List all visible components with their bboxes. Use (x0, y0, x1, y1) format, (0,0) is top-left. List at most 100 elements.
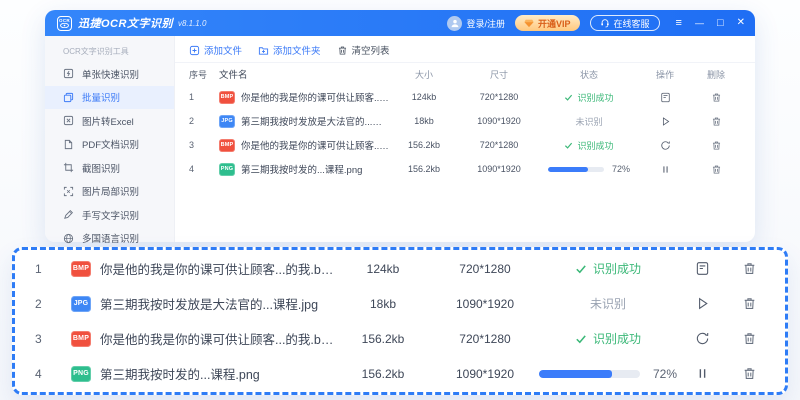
check-icon (575, 333, 587, 345)
user-icon (450, 18, 460, 28)
delete-icon[interactable] (742, 331, 757, 346)
add-folder-button[interactable]: 添加文件夹 (258, 43, 321, 57)
close-button[interactable]: ✕ (737, 18, 745, 28)
zoom-table-row[interactable]: 1 BMP你是他的我是你的课可供让顾客...的我.bmp 124kb 720*1… (15, 252, 785, 285)
zoom-table-row[interactable]: 3 BMP你是他的我是你的课可供让顾客...的我.bmp 156.2kb 720… (15, 322, 785, 355)
sidebar-item-image-to-excel[interactable]: 图片转Excel (45, 109, 174, 133)
window-controls: ≡ — □ ✕ (676, 18, 745, 29)
table-row[interactable]: 4 PNG第三期我按时发的...课程.png 156.2kb 1090*1920… (175, 157, 755, 181)
file-name: 你是他的我是你的课可供让顾客...的我.bmp (241, 90, 389, 104)
retry-icon[interactable] (695, 331, 710, 346)
row-index: 3 (189, 140, 219, 150)
pause-icon[interactable] (695, 366, 710, 381)
sidebar-item-partial-image-ocr[interactable]: 图片局部识别 (45, 180, 174, 204)
progress-bar (539, 370, 640, 378)
file-dimension: 720*1280 (459, 92, 539, 102)
delete-icon[interactable] (742, 261, 757, 276)
add-file-button[interactable]: 添加文件 (189, 43, 242, 57)
content-area: 添加文件 添加文件夹 清空列表 序号 文件名 大小 尺寸 状态 操作 删除 (175, 36, 755, 242)
quick-page-icon (63, 68, 74, 79)
check-icon (575, 263, 587, 275)
clear-list-button[interactable]: 清空列表 (337, 43, 390, 57)
open-vip-button[interactable]: 开通VIP (515, 15, 580, 31)
header-index: 序号 (189, 68, 219, 81)
row-index: 4 (189, 164, 219, 174)
delete-icon[interactable] (711, 140, 722, 151)
retry-icon[interactable] (660, 140, 671, 151)
status-label: 未识别 (575, 115, 602, 128)
table-row[interactable]: 2 JPG第三期我按时发放是大法官的...课程.jpg 18kb 1090*19… (175, 109, 755, 133)
trash-icon (337, 45, 348, 56)
minimize-button[interactable]: — (695, 19, 704, 28)
add-file-icon (189, 45, 200, 56)
sidebar-item-pdf-ocr[interactable]: PDF文档识别 (45, 133, 174, 157)
status-success: 识别成功 (539, 330, 677, 347)
file-size: 124kb (389, 92, 459, 102)
delete-icon[interactable] (711, 164, 722, 175)
progress-bar (548, 167, 604, 172)
view-result-icon[interactable] (660, 92, 671, 103)
file-dimension: 1090*1920 (431, 297, 539, 311)
header-filename: 文件名 (219, 67, 389, 81)
status-success: 识别成功 (539, 260, 677, 277)
delete-icon[interactable] (711, 92, 722, 103)
delete-icon[interactable] (711, 116, 722, 127)
status-label: 识别成功 (593, 330, 641, 347)
copy-stack-icon (63, 92, 74, 103)
pause-icon[interactable] (660, 164, 671, 175)
sidebar-item-handwriting-ocr[interactable]: 手写文字识别 (45, 203, 174, 227)
check-icon (564, 93, 573, 102)
service-label: 在线客服 (614, 17, 650, 30)
clear-list-label: 清空列表 (352, 43, 390, 57)
delete-icon[interactable] (742, 366, 757, 381)
menu-button[interactable]: ≡ (676, 18, 682, 29)
sidebar-item-batch-ocr[interactable]: 批量识别 (45, 86, 174, 110)
table-row[interactable]: 3 BMP你是他的我是你的课可供让顾客...的我.bmp 156.2kb 720… (175, 133, 755, 157)
file-name: 第三期我按时发放是大法官的...课程.jpg (100, 294, 318, 313)
header-size: 大小 (389, 68, 459, 81)
bmp-file-icon: BMP (71, 331, 91, 347)
file-dimension: 720*1280 (431, 262, 539, 276)
globe-icon (63, 233, 74, 244)
status-pending: 未识别 (539, 295, 677, 312)
jpg-file-icon: JPG (219, 115, 235, 128)
sidebar-item-label: 单张快速识别 (82, 67, 139, 81)
zoom-callout-panel: 1 BMP你是他的我是你的课可供让顾客...的我.bmp 124kb 720*1… (12, 247, 788, 395)
table-row[interactable]: 1 BMP你是他的我是你的课可供让顾客...的我.bmp 124kb 720*1… (175, 85, 755, 109)
start-icon[interactable] (660, 116, 671, 127)
delete-icon[interactable] (742, 296, 757, 311)
file-dimension: 720*1280 (431, 332, 539, 346)
file-dimension: 1090*1920 (459, 164, 539, 174)
bmp-file-icon: BMP (219, 139, 235, 152)
crop-icon (63, 162, 74, 173)
header-operation: 操作 (639, 68, 691, 81)
bmp-file-icon: BMP (71, 261, 91, 277)
zoom-table-row[interactable]: 4 PNG第三期我按时发的...课程.png 156.2kb 1090*1920… (15, 357, 785, 390)
sidebar-item-label: 批量识别 (82, 90, 120, 104)
file-dimension: 720*1280 (459, 140, 539, 150)
sidebar-item-label: 图片局部识别 (82, 184, 139, 198)
file-name: 你是他的我是你的课可供让顾客...的我.bmp (100, 329, 335, 348)
sidebar-item-single-quick-ocr[interactable]: 单张快速识别 (45, 62, 174, 86)
file-size: 156.2kb (335, 367, 431, 381)
excel-icon (63, 115, 74, 126)
add-folder-label: 添加文件夹 (273, 43, 321, 57)
titlebar: OCR 迅捷OCR文字识别 v8.1.1.0 登录/注册 (45, 10, 755, 36)
pen-icon (63, 209, 74, 220)
zoom-table-row[interactable]: 2 JPG第三期我按时发放是大法官的...课程.jpg 18kb 1090*19… (15, 287, 785, 320)
login-register-button[interactable]: 登录/注册 (447, 16, 505, 31)
file-size: 156.2kb (389, 164, 459, 174)
file-name: 你是他的我是你的课可供让顾客...的我.bmp (241, 138, 389, 152)
sidebar-item-label: 图片转Excel (82, 114, 134, 128)
sidebar-item-screenshot-ocr[interactable]: 截图识别 (45, 156, 174, 180)
start-icon[interactable] (695, 296, 710, 311)
file-size: 156.2kb (335, 332, 431, 346)
status-success: 识别成功 (539, 139, 639, 152)
file-dimension: 1090*1920 (431, 367, 539, 381)
check-icon (564, 141, 573, 150)
online-service-button[interactable]: 在线客服 (590, 15, 660, 31)
avatar[interactable] (447, 16, 462, 31)
maximize-button[interactable]: □ (717, 18, 724, 29)
file-name: 第三期我按时发的...课程.png (241, 162, 362, 176)
view-result-icon[interactable] (695, 261, 710, 276)
